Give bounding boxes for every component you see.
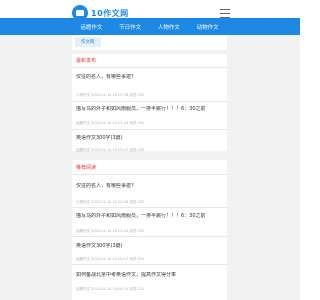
item-title: 描写乌的外子和如风雨服员，一排半跳行！！！6：30之前: [76, 213, 206, 219]
item-meta: 话题作文 2023-01-14 10:02:24 浏览:302: [76, 229, 145, 233]
item-meta: 话题作文 2023-01-14 10:00:12 浏览:221: [76, 287, 145, 291]
list-item[interactable]: 描写乌的外子和如风雨服员，一排半跳行！！！6：30之前: [76, 106, 224, 112]
item-title: 仅征的名人，有哪些事迹?: [76, 74, 134, 80]
menu-icon[interactable]: [220, 9, 230, 18]
list-item-meta: 人物作文 2023-01-14 10:02:36 浏览:302: [76, 199, 224, 204]
subnav-tab[interactable]: 作文网: [75, 37, 101, 47]
item-meta: 人物作文 2023-01-14 10:02:36 浏览:302: [76, 93, 145, 97]
item-title: 英语作文300字(3篇): [76, 135, 123, 141]
list-item-meta: 话题作文 2023-01-14 10:00:12 浏览:221: [76, 286, 224, 291]
item-title: 如何备战北京中考英语作文，提高作文得分率: [76, 272, 177, 278]
nav: 话题作文 节日作文 人物作文 动物作文: [72, 18, 227, 35]
list-item-meta: 人物作文 2023-01-14 10:02:36 浏览:302: [76, 92, 224, 97]
divider: [72, 264, 227, 265]
page: 10作文网 话题作文 节日作文 人物作文 动物作文 作文网 最新发布 仅征的名人…: [0, 0, 300, 300]
list-item-meta: 话题作文 2023-01-14 10:00:17 浏览:255: [76, 147, 224, 152]
section-title-latest: 最新发布: [76, 58, 97, 64]
nav-item-animal[interactable]: 动物作文: [197, 23, 219, 31]
list-item[interactable]: 描写乌的外子和如风雨服员，一排半跳行！！！6：30之前: [76, 213, 224, 219]
divider: [72, 207, 227, 208]
nav-item-people[interactable]: 人物作文: [158, 23, 180, 31]
section-title-recommended: 推荐阅读: [76, 165, 97, 171]
divider: [72, 236, 227, 237]
subnav: 作文网: [72, 35, 227, 50]
list-item-meta: 话题作文 2023-01-14 10:02:24 浏览:302: [76, 228, 224, 233]
item-meta: 话题作文 2023-01-14 10:00:17 浏览:255: [76, 257, 145, 261]
list-item[interactable]: 英语作文300字(3篇): [76, 243, 224, 249]
divider: [72, 174, 227, 175]
item-title: 仅征的名人，有哪些事迹?: [76, 183, 134, 189]
list-item[interactable]: 仅征的名人，有哪些事迹?: [76, 74, 224, 80]
logo-text: 10作文网: [91, 8, 129, 18]
list-item[interactable]: 英语作文300字(3篇): [76, 135, 224, 141]
item-meta: 话题作文 2023-01-14 10:02:24 浏览:302: [76, 121, 145, 125]
item-meta: 话题作文 2023-01-14 10:00:17 浏览:255: [76, 148, 145, 152]
list-item-meta: 话题作文 2023-01-14 10:00:17 浏览:255: [76, 256, 224, 261]
nav-item-topic[interactable]: 话题作文: [80, 23, 102, 31]
item-meta: 人物作文 2023-01-14 10:02:36 浏览:302: [76, 200, 145, 204]
item-title: 描写乌的外子和如风雨服员，一排半跳行！！！6：30之前: [76, 106, 206, 112]
nav-item-festival[interactable]: 节日作文: [119, 23, 141, 31]
list-item-meta: 话题作文 2023-01-14 10:02:24 浏览:302: [76, 120, 224, 125]
divider: [72, 101, 227, 102]
divider: [72, 129, 227, 130]
item-title: 英语作文300字(3篇): [76, 243, 123, 249]
list-item[interactable]: 如何备战北京中考英语作文，提高作文得分率: [76, 272, 224, 278]
list-item[interactable]: 仅征的名人，有哪些事迹?: [76, 183, 224, 189]
divider: [72, 67, 227, 68]
